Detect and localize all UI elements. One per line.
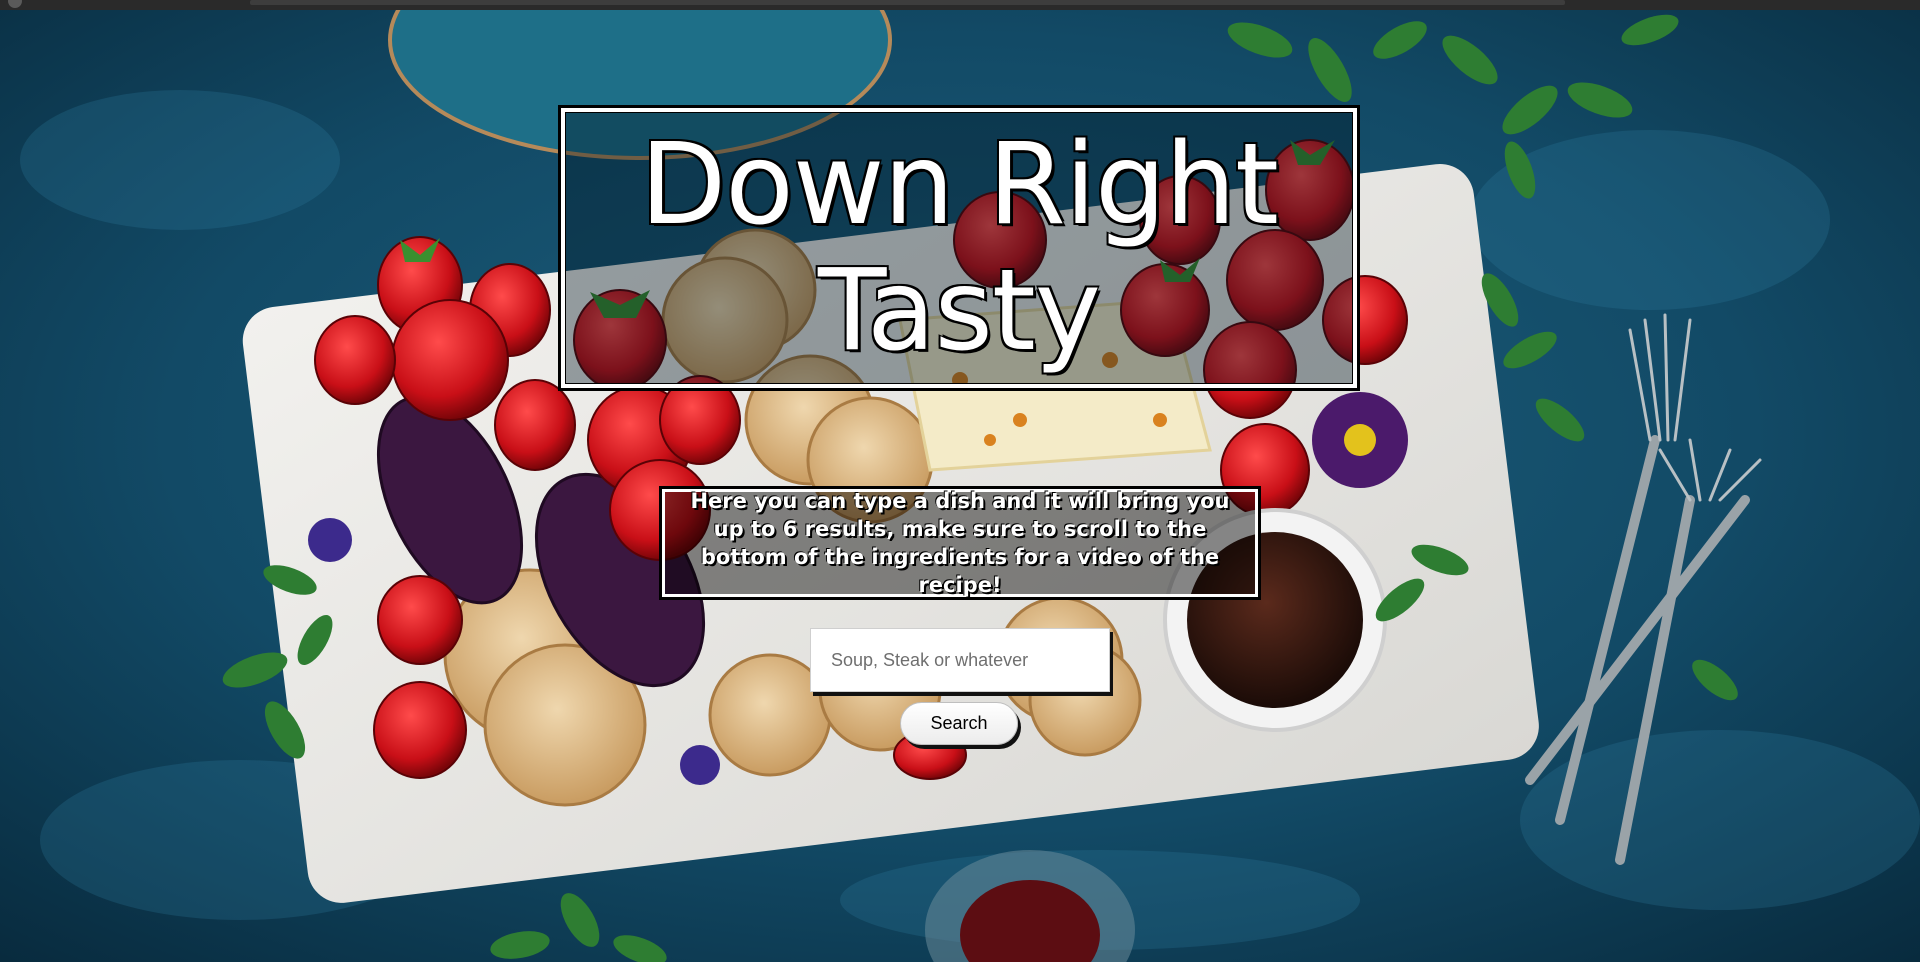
page: Down Right Tasty Here you can type a dis… — [0, 0, 1920, 962]
browser-tab-icon — [8, 0, 22, 8]
search-input[interactable] — [810, 628, 1110, 692]
page-title-line-1: Down Right — [640, 120, 1279, 250]
browser-scroll-track — [250, 0, 1565, 5]
description-box: Here you can type a dish and it will bri… — [659, 486, 1261, 600]
description-text: Here you can type a dish and it will bri… — [690, 489, 1230, 597]
browser-top-bar — [0, 0, 1920, 10]
page-title-line-2: Tasty — [817, 246, 1101, 376]
page-title: Down Right Tasty — [640, 120, 1279, 376]
title-box: Down Right Tasty — [558, 105, 1360, 391]
search-button[interactable]: Search — [900, 702, 1018, 745]
